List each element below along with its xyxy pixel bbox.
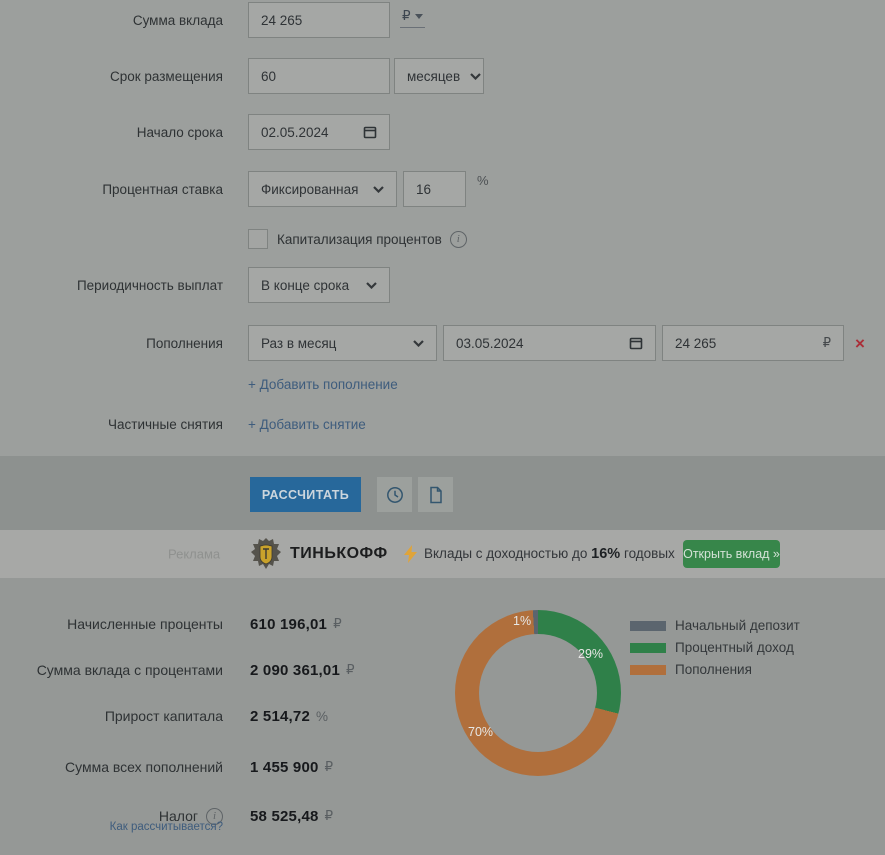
frequency-value: В конце срока: [261, 277, 350, 293]
topup-amount-value: 24 265: [675, 335, 717, 351]
deposit-form: Сумма вклада 24 265 ₽ Срок размещения 60…: [0, 0, 885, 456]
row-frequency: Периодичность выплат В конце срока: [0, 267, 390, 303]
ad-marker: Реклама: [168, 546, 221, 562]
amount-input[interactable]: 24 265: [248, 2, 390, 38]
brand-name: ТИНЬКОФФ: [290, 545, 388, 562]
frequency-select[interactable]: В конце срока: [248, 267, 390, 303]
chevron-down-icon: [373, 185, 384, 193]
legend-swatch-initial-deposit: [630, 620, 666, 631]
ruble-sign: ₽: [345, 662, 355, 677]
legend-swatch-topups: [630, 664, 666, 675]
remove-topup-button[interactable]: [855, 335, 865, 352]
term-unit-value: месяцев: [407, 68, 461, 84]
rate-input[interactable]: 16: [403, 171, 466, 207]
result-row: Прирост капитала 2 514,72 %: [104, 707, 329, 725]
ad-rate: 16%: [591, 546, 621, 562]
donut-chart: 1% 29% 70%: [455, 610, 621, 776]
open-deposit-button[interactable]: Открыть вклад »: [683, 540, 780, 568]
result-value: 2 090 361,01: [250, 661, 340, 679]
action-bar: РАССЧИТАТЬ: [0, 456, 885, 530]
topup-period-select[interactable]: Раз в месяц: [248, 325, 437, 361]
chevron-down-icon: [414, 13, 423, 19]
currency-value: ₽: [402, 8, 411, 23]
rate-value: 16: [416, 181, 432, 197]
term-value: 60: [261, 68, 277, 84]
chevron-down-icon: [413, 339, 424, 347]
start-date-value: 02.05.2024: [261, 124, 329, 140]
results-panel: Начисленные проценты 610 196,01 ₽ Сумма …: [0, 578, 885, 855]
tinkoff-logo-icon: [251, 538, 281, 569]
legend-swatch-interest-income: [630, 642, 666, 653]
add-withdrawal-link[interactable]: + Добавить снятие: [248, 417, 366, 432]
ruble-sign: ₽: [324, 808, 334, 823]
result-value: 58 525,48: [250, 807, 319, 825]
topup-date-value: 03.05.2024: [456, 335, 524, 351]
term-label: Срок размещения: [109, 68, 223, 84]
withdrawals-label: Частичные снятия: [108, 416, 223, 432]
lightning-icon: [404, 545, 417, 563]
document-icon: [429, 486, 442, 503]
amount-label: Сумма вклада: [132, 12, 223, 28]
history-button[interactable]: [377, 477, 412, 512]
term-unit-select[interactable]: месяцев: [394, 58, 484, 94]
chevron-down-icon: [366, 281, 377, 289]
result-value: 2 514,72: [250, 707, 310, 725]
currency-select[interactable]: ₽: [400, 8, 425, 28]
chevron-down-icon: [470, 72, 481, 80]
topups-label: Пополнения: [146, 335, 223, 351]
tax-how-link[interactable]: Как рассчитывается?: [0, 821, 223, 833]
term-input[interactable]: 60: [248, 58, 390, 94]
row-topups: Пополнения Раз в месяц 03.05.2024 24 265…: [0, 325, 844, 361]
row-capitalization: Капитализация процентов: [0, 228, 467, 250]
legend-item: Процентный доход: [630, 640, 800, 655]
result-row: Начисленные проценты 610 196,01 ₽: [67, 615, 342, 633]
rate-type-select[interactable]: Фиксированная: [248, 171, 397, 207]
topup-currency: ₽: [822, 335, 831, 350]
rate-type-value: Фиксированная: [261, 181, 359, 197]
clock-icon: [386, 486, 403, 503]
capitalization-checkbox[interactable]: [248, 229, 268, 249]
start-date-input[interactable]: 02.05.2024: [248, 114, 390, 150]
result-value: 610 196,01: [250, 615, 328, 633]
result-row: Сумма всех пополнений 1 455 900 ₽: [64, 758, 334, 776]
ad-banner: Реклама ТИНЬКОФФ Вклады с доходностью до…: [0, 530, 885, 578]
frequency-label: Периодичность выплат: [76, 277, 223, 293]
row-amount: Сумма вклада 24 265: [0, 2, 390, 38]
topup-date-input[interactable]: 03.05.2024: [443, 325, 656, 361]
ruble-sign: ₽: [324, 759, 334, 774]
result-value: 1 455 900: [250, 758, 319, 776]
deposit-calculator: Сумма вклада 24 265 ₽ Срок размещения 60…: [0, 0, 885, 855]
topup-period-value: Раз в месяц: [261, 335, 337, 351]
amount-value: 24 265: [261, 12, 303, 28]
ad-text: Вклады с доходностью до 16% годовых: [424, 546, 675, 562]
legend-item: Начальный депозит: [630, 618, 800, 633]
row-rate: Процентная ставка Фиксированная 16 %: [0, 171, 489, 207]
row-start-date: Начало срока 02.05.2024: [0, 114, 390, 150]
legend-item: Пополнения: [630, 662, 800, 677]
result-row: Сумма вклада с процентами 2 090 361,01 ₽: [36, 661, 355, 679]
start-date-label: Начало срока: [136, 124, 223, 140]
calendar-icon[interactable]: [363, 125, 377, 139]
chart-legend: Начальный депозит Процентный доход Попол…: [630, 618, 800, 685]
report-button[interactable]: [418, 477, 453, 512]
percent-sign: %: [316, 708, 329, 724]
info-icon[interactable]: [449, 230, 467, 248]
row-term: Срок размещения 60 месяцев: [0, 58, 484, 94]
slice-label-initial: 1%: [513, 614, 532, 628]
slice-label-interest: 29%: [578, 647, 604, 661]
capitalization-label: Капитализация процентов: [277, 231, 442, 247]
ruble-sign: ₽: [333, 616, 342, 631]
row-withdrawals: Частичные снятия + Добавить снятие: [0, 416, 366, 432]
slice-label-topups: 70%: [468, 725, 494, 739]
calculate-button[interactable]: РАССЧИТАТЬ: [250, 477, 361, 512]
calendar-icon[interactable]: [629, 336, 643, 350]
topup-amount-input[interactable]: 24 265 ₽: [662, 325, 844, 361]
add-topup-link[interactable]: + Добавить пополнение: [248, 377, 398, 392]
rate-suffix: %: [477, 173, 489, 188]
rate-label: Процентная ставка: [102, 181, 223, 197]
